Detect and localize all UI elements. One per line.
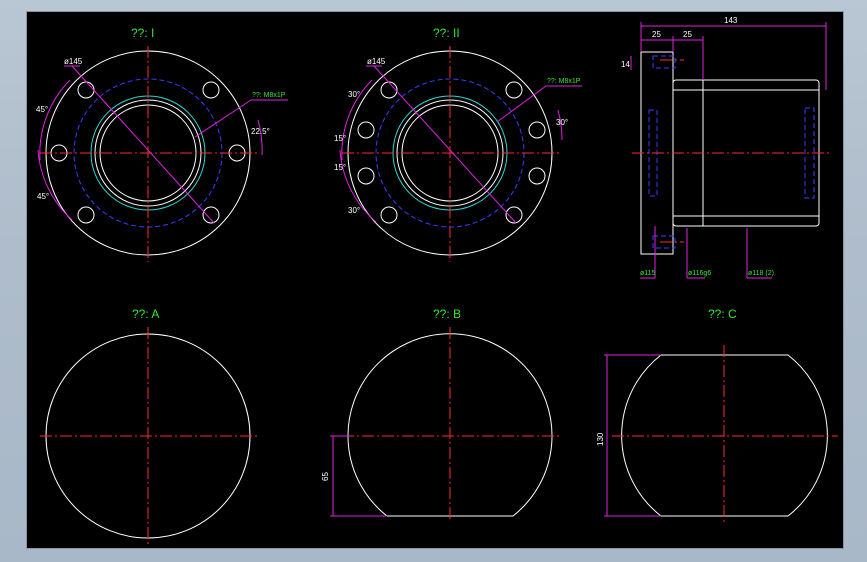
angle-e-label: 30° — [556, 118, 568, 127]
view-2-title: ??: II — [433, 26, 460, 40]
dia-label: ø145 — [64, 57, 83, 66]
view-c-title: ??: C — [708, 307, 737, 321]
angle-d-label: 30° — [348, 206, 360, 215]
thread-note: ??: M8x1P — [547, 78, 581, 85]
drawing-svg: ??: I ø145 45° 45° 22.5° ??: M8x1P ??: I… — [36, 16, 838, 546]
angle-b-label: 15° — [334, 134, 346, 143]
dia-1: ø115 — [640, 270, 656, 277]
height-1: 14 — [621, 60, 630, 69]
angle-c-label: 22.5° — [251, 127, 270, 136]
cad-drawing-canvas[interactable]: ??: I ø145 45° 45° 22.5° ??: M8x1P ??: I… — [27, 12, 843, 548]
angle-a-label: 45° — [36, 105, 48, 114]
dim-65: 65 — [321, 472, 330, 481]
dim-130: 130 — [596, 432, 605, 446]
dia-label: ø145 — [367, 57, 386, 66]
view-c: ??: C 130 — [596, 307, 838, 522]
view-2: ??: II ø145 30° 15° 15° 30° 30° ??: M8x1… — [334, 26, 582, 262]
side-view: 143 25 25 14 ø115 ø116g6 ø118 (2) — [621, 16, 830, 279]
angle-a-label: 30° — [348, 90, 360, 99]
overall-length: 143 — [724, 16, 738, 25]
view-a-title: ??: A — [132, 307, 159, 321]
view-a: ??: A — [40, 307, 258, 546]
dia-3: ø118 (2) — [748, 270, 774, 277]
view-1-title: ??: I — [131, 26, 154, 40]
width-1: 25 — [652, 30, 661, 39]
angle-b-label: 45° — [37, 192, 49, 201]
angle-arc-c — [257, 119, 263, 156]
width-2: 25 — [683, 30, 692, 39]
angle-c-label: 15° — [334, 163, 346, 172]
view-1: ??: I ø145 45° 45° 22.5° ??: M8x1P — [36, 26, 288, 262]
dia-2: ø116g6 — [688, 270, 711, 277]
view-b: ??: B 65 — [321, 307, 560, 522]
thread-note: ??: M8x1P — [252, 92, 286, 99]
view-b-title: ??: B — [433, 307, 461, 321]
dia-leader — [71, 65, 215, 224]
